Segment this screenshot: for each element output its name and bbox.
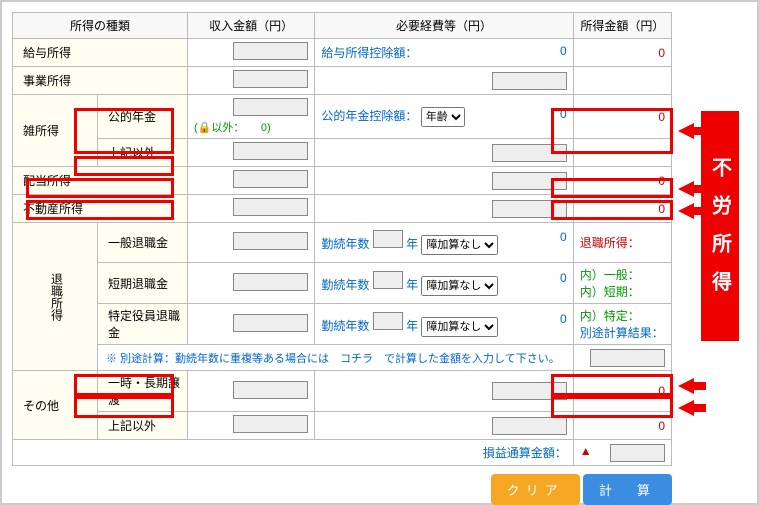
row-misc-other: 上記以外 [98, 139, 188, 167]
lock-icon: 🔒 [198, 122, 212, 134]
row-retire-1: 一般退職金 [98, 223, 188, 263]
th-expense: 必要経費等（円） [315, 13, 573, 39]
retire2-select[interactable]: 障加算なし [421, 276, 498, 296]
row-misc-group: 雑所得 [13, 95, 98, 167]
row-other-1: 一時・長期譲渡 [98, 371, 188, 412]
salary-expense-label: 給与所得控除額： [321, 46, 417, 60]
other1-income-input[interactable] [233, 381, 308, 399]
th-income: 収入金額（円） [188, 13, 315, 39]
row-business: 事業所得 [13, 67, 188, 95]
retire-extra-input[interactable] [590, 349, 665, 367]
arrow-icon [678, 378, 694, 394]
dividend-amount: 0 [573, 167, 671, 195]
business-expense-input[interactable] [492, 72, 567, 90]
row-retire-2: 短期退職金 [98, 263, 188, 304]
row-other-group: その他 [13, 371, 98, 440]
total-mark: ▲ [580, 444, 592, 458]
row-realestate: 不動産所得 [13, 195, 188, 223]
realestate-expense-input[interactable] [492, 200, 567, 218]
th-amount: 所得金額（円） [573, 13, 671, 39]
misc-other-income-input[interactable] [233, 142, 308, 160]
other2-income-input[interactable] [233, 415, 308, 433]
sidebar-label: 不労所得 [701, 111, 739, 341]
arrow-icon [678, 400, 694, 416]
other1-expense-input[interactable] [492, 382, 567, 400]
retire-side4: 内）特定： [580, 309, 640, 323]
retire-side2: 内）一般： [580, 268, 640, 282]
retire3-select[interactable]: 障加算なし [421, 317, 498, 337]
pension-income-input[interactable] [233, 98, 308, 116]
row-pension: 公的年金 [98, 95, 188, 139]
retire-side5: 別途計算結果： [580, 326, 664, 340]
other1-amount: 0 [573, 371, 671, 412]
row-retire-group: 退職所得 [13, 223, 98, 371]
th-type: 所得の種類 [13, 13, 188, 39]
arrow-icon [678, 203, 694, 219]
arrow-icon [678, 123, 694, 139]
row-other-2: 上記以外 [98, 412, 188, 440]
row-salary: 給与所得 [13, 39, 188, 67]
arrow-icon [678, 181, 694, 197]
retire1-income-input[interactable] [233, 232, 308, 250]
retire3-years-input[interactable] [373, 312, 403, 330]
total-input[interactable] [610, 444, 665, 462]
dividend-expense-input[interactable] [492, 172, 567, 190]
business-income-input[interactable] [233, 70, 308, 88]
total-label: 損益通算金額： [13, 440, 574, 466]
retire-side1: 退職所得： [580, 236, 640, 250]
pension-age-select[interactable]: 年齢 [421, 107, 465, 127]
calc-button[interactable]: 計 算 [583, 474, 672, 505]
salary-income-input[interactable] [233, 42, 308, 60]
retire1-select[interactable]: 障加算なし [421, 235, 498, 255]
row-retire-3: 特定役員退職金 [98, 304, 188, 345]
realestate-income-input[interactable] [233, 198, 308, 216]
retire2-years-input[interactable] [373, 271, 403, 289]
pension-deduction-val: 0 [560, 107, 567, 121]
row-dividend: 配当所得 [13, 167, 188, 195]
other2-expense-input[interactable] [492, 417, 567, 435]
clear-button[interactable]: クリア [491, 474, 580, 505]
retire-note: ※ 別途計算：勤続年数に重複等ある場合には コチラ で計算した金額を入力して下さ… [98, 345, 574, 371]
realestate-amount: 0 [573, 195, 671, 223]
dividend-income-input[interactable] [233, 170, 308, 188]
pension-deduction-label: 公的年金控除額： [321, 109, 417, 123]
pension-amount: 0 [573, 95, 671, 139]
other2-amount: 0 [573, 412, 671, 440]
retire-side3: 内）短期： [580, 285, 640, 299]
misc-other-expense-input[interactable] [492, 144, 567, 162]
retire3-income-input[interactable] [233, 314, 308, 332]
income-table: 所得の種類 収入金額（円） 必要経費等（円） 所得金額（円） 給与所得 給与所得… [12, 12, 672, 466]
salary-amount: 0 [573, 39, 671, 67]
retire1-years-input[interactable] [373, 230, 403, 248]
retire2-income-input[interactable] [233, 273, 308, 291]
salary-expense-val: 0 [560, 44, 567, 58]
